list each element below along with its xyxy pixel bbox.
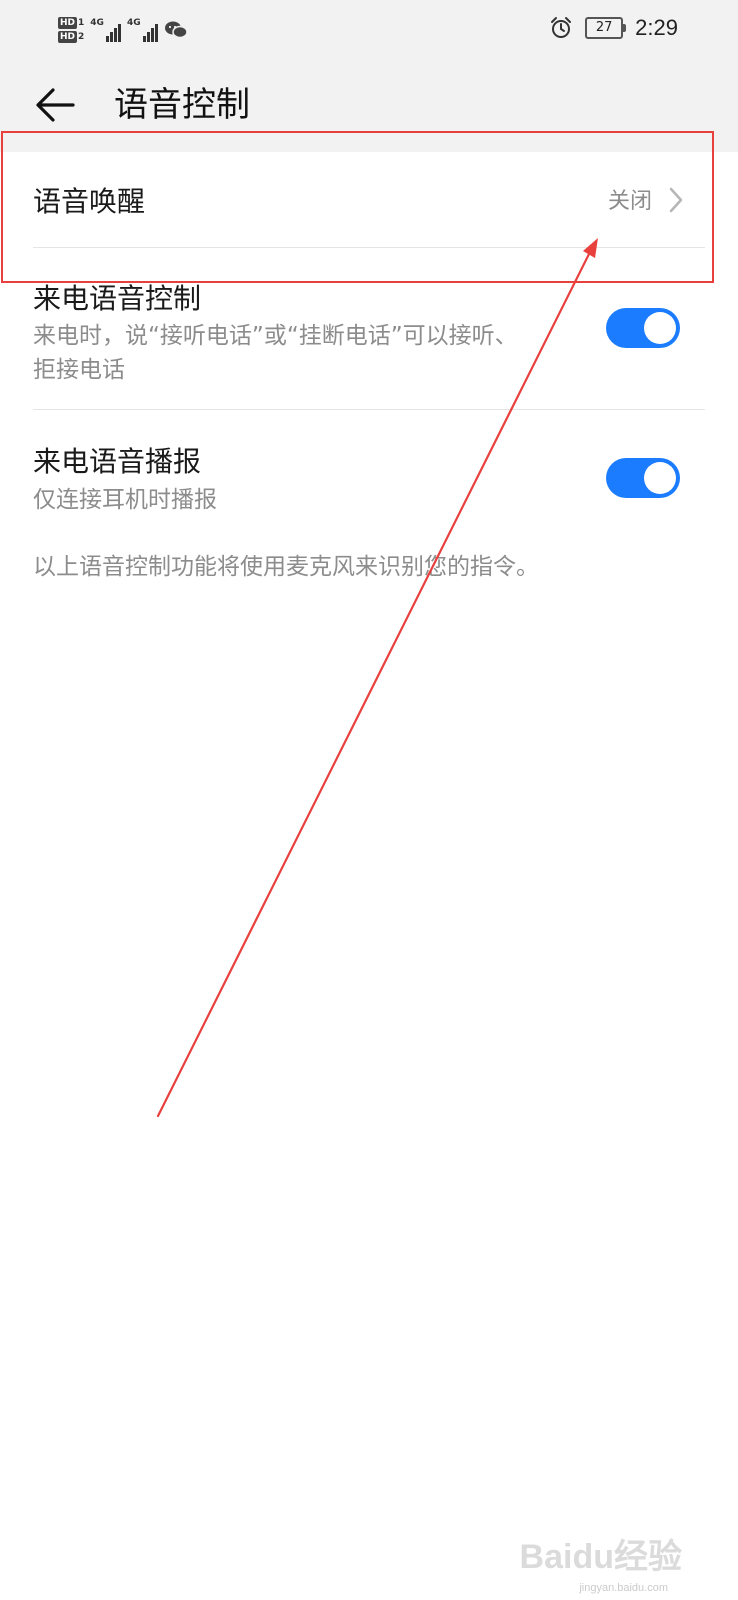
incoming-call-voice-control-label: 来电语音控制: [33, 282, 202, 315]
incoming-call-voice-control-toggle[interactable]: [606, 308, 680, 348]
incoming-call-voice-control-description: 来电时，说“接听电话”或“挂断电话”可以接听、拒接电话: [33, 323, 518, 383]
back-button[interactable]: [30, 80, 80, 130]
baidu-watermark: Baidu经验: [519, 1538, 682, 1576]
voice-wakeup-value: 关闭: [607, 189, 652, 214]
microphone-footnote: 以上语音控制功能将使用麦克风来识别您的指令。: [33, 554, 539, 580]
hd-indicators: HD 1 HD 2: [58, 17, 84, 43]
incoming-call-announcement-label: 来电语音播报: [33, 445, 202, 478]
signal-icon: 4G: [90, 18, 121, 42]
hd-indicator-1: HD 1: [58, 17, 85, 29]
status-time: 2:29: [635, 15, 678, 40]
incoming-call-announcement-toggle[interactable]: [606, 458, 680, 498]
back-arrow-icon: [36, 88, 75, 122]
wechat-icon: [164, 21, 188, 39]
toggle-knob: [644, 462, 676, 494]
voice-wakeup-label: 语音唤醒: [33, 185, 146, 218]
signal-icon-2: 4G: [127, 18, 158, 42]
incoming-call-voice-control-row: 来电语音控制 来电时，说“接听电话”或“挂断电话”可以接听、拒接电话: [0, 248, 738, 410]
battery-icon: 27: [585, 17, 627, 39]
chevron-right-icon: [669, 187, 683, 213]
status-bar-right: 27 2:29: [549, 10, 678, 46]
incoming-call-announcement-description: 仅连接耳机时播报: [33, 487, 217, 513]
status-bar-left: HD 1 HD 2 4G 4G: [58, 8, 188, 52]
hd-indicator-2: HD 2: [58, 31, 85, 43]
voice-wakeup-row[interactable]: 语音唤醒 关闭: [0, 152, 738, 248]
alarm-icon: [551, 17, 572, 38]
page-title: 语音控制: [114, 85, 250, 125]
toggle-knob: [644, 312, 676, 344]
baidu-watermark-url: jingyan.baidu.com: [579, 1582, 668, 1594]
incoming-call-announcement-row: 来电语音播报 仅连接耳机时播报: [0, 410, 738, 530]
